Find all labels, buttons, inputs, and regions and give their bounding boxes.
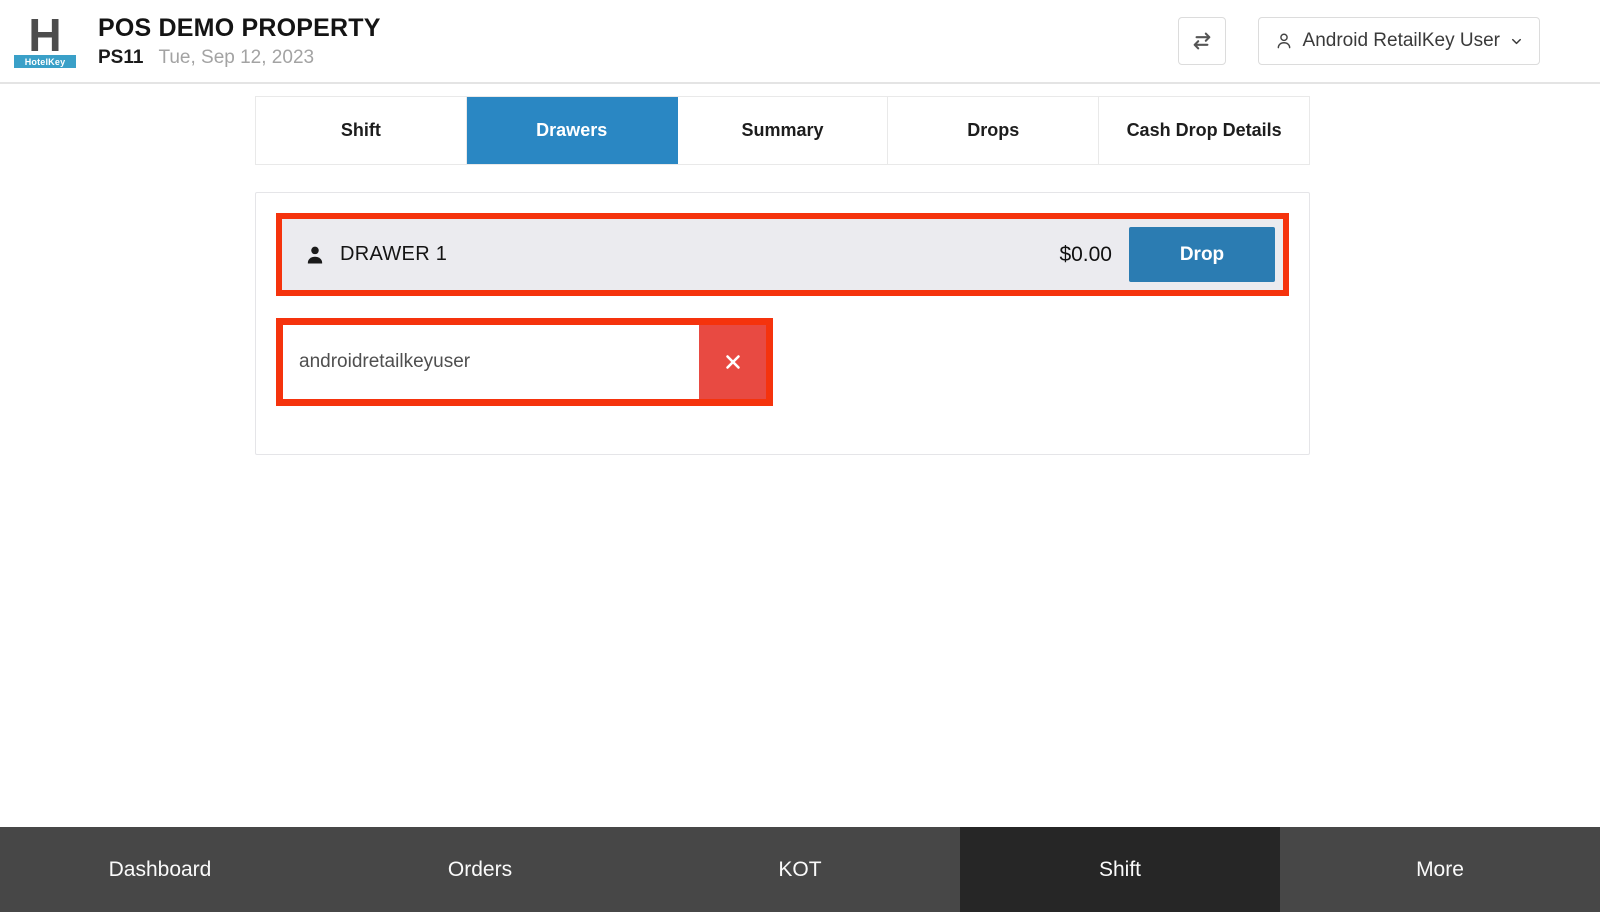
logo-brand-label: HotelKey	[14, 55, 76, 68]
tab-summary[interactable]: Summary	[678, 97, 889, 164]
nav-item-dashboard[interactable]: Dashboard	[0, 827, 320, 912]
drawers-panel: DRAWER 1 $0.00 Drop	[255, 192, 1310, 455]
chevron-down-icon	[1509, 34, 1524, 49]
nav-item-more[interactable]: More	[1280, 827, 1600, 912]
page-title: POS DEMO PROPERTY	[98, 14, 381, 43]
person-outline-icon	[1274, 31, 1294, 51]
tab-shift[interactable]: Shift	[256, 97, 467, 164]
header-titles: POS DEMO PROPERTY PS11 Tue, Sep 12, 2023	[98, 14, 381, 69]
tab-drops[interactable]: Drops	[888, 97, 1099, 164]
main-content: Shift Drawers Summary Drops Cash Drop De…	[255, 96, 1310, 455]
person-icon	[304, 244, 326, 266]
swap-horizontal-icon	[1189, 28, 1215, 54]
drawer-name: DRAWER 1	[340, 243, 447, 266]
logo-letter: H	[14, 15, 76, 55]
drop-button[interactable]: Drop	[1129, 227, 1275, 282]
tab-drawers[interactable]: Drawers	[467, 97, 678, 164]
drawer-row-highlight: DRAWER 1 $0.00 Drop	[276, 213, 1289, 296]
nav-item-shift[interactable]: Shift	[960, 827, 1280, 912]
user-menu-button[interactable]: Android RetailKey User	[1258, 17, 1540, 65]
hotelkey-logo: H HotelKey	[14, 15, 76, 68]
nav-item-orders[interactable]: Orders	[320, 827, 640, 912]
drawer-row: DRAWER 1 $0.00 Drop	[282, 219, 1283, 290]
drawer-user-input-highlight	[276, 318, 773, 406]
close-icon	[721, 350, 745, 374]
tab-cash-drop-details[interactable]: Cash Drop Details	[1099, 97, 1309, 164]
shift-tab-bar: Shift Drawers Summary Drops Cash Drop De…	[255, 96, 1310, 165]
header-date: Tue, Sep 12, 2023	[158, 47, 314, 69]
user-menu-label: Android RetailKey User	[1303, 30, 1500, 52]
app-header: H HotelKey POS DEMO PROPERTY PS11 Tue, S…	[0, 0, 1600, 84]
terminal-code: PS11	[98, 47, 143, 69]
drawer-amount: $0.00	[1059, 243, 1112, 267]
clear-input-button[interactable]	[699, 325, 766, 399]
drawer-user-input[interactable]	[283, 325, 699, 399]
nav-item-kot[interactable]: KOT	[640, 827, 960, 912]
bottom-nav: Dashboard Orders KOT Shift More	[0, 827, 1600, 912]
header-actions: Android RetailKey User	[1178, 17, 1540, 65]
header-subtitle: PS11 Tue, Sep 12, 2023	[98, 47, 381, 69]
swap-drawer-button[interactable]	[1178, 17, 1226, 65]
